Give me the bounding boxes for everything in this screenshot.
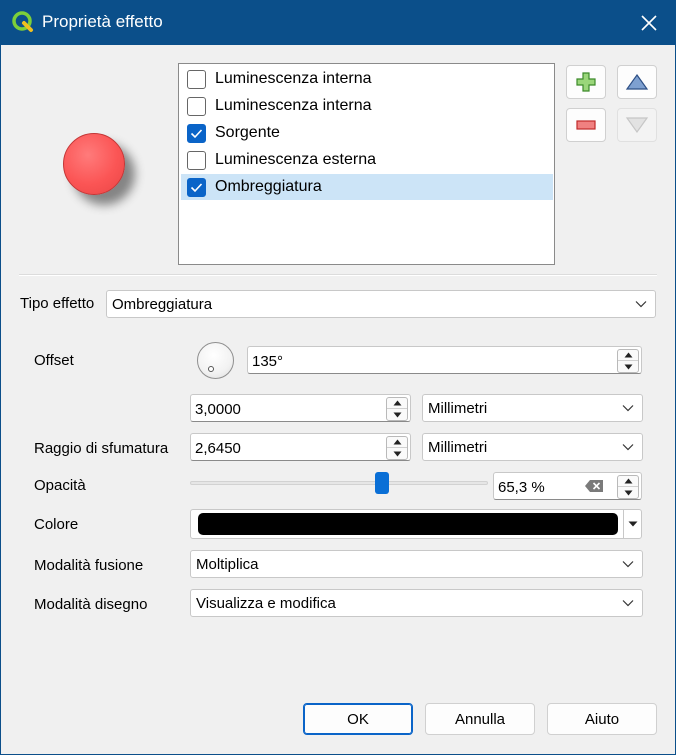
triangle-up-icon — [393, 439, 401, 445]
checkmark-icon — [190, 129, 203, 139]
window-title: Proprietà effetto — [42, 12, 163, 31]
blend-mode-value: Moltiplica — [196, 556, 259, 573]
cancel-button[interactable]: Annulla — [425, 703, 535, 735]
opacity-input[interactable]: 65,3 % — [493, 472, 642, 500]
step-down-button[interactable] — [387, 448, 407, 459]
list-item-label: Luminescenza esterna — [215, 151, 376, 168]
triangle-down-icon — [625, 117, 649, 134]
effects-list[interactable]: Luminescenza interna Luminescenza intern… — [178, 63, 555, 265]
offset-distance-value: 3,0000 — [195, 401, 241, 418]
triangle-up-icon — [624, 352, 632, 358]
close-button[interactable] — [622, 4, 676, 42]
remove-effect-button[interactable] — [566, 108, 606, 142]
offset-distance-stepper[interactable] — [386, 397, 408, 421]
triangle-up-icon — [393, 400, 401, 406]
list-item-label: Luminescenza interna — [215, 70, 372, 87]
move-up-button[interactable] — [617, 65, 657, 99]
triangle-down-icon — [393, 412, 401, 417]
blur-unit-select[interactable]: Millimetri — [422, 433, 643, 461]
opacity-slider-handle[interactable] — [375, 472, 389, 494]
triangle-down-icon — [628, 521, 638, 527]
triangle-up-icon — [624, 478, 632, 484]
step-up-button[interactable] — [387, 398, 407, 409]
effect-type-label: Tipo effetto — [20, 295, 95, 312]
chevron-down-icon — [622, 444, 634, 451]
draw-mode-label: Modalità disegno — [34, 596, 148, 613]
move-down-button[interactable] — [617, 108, 657, 142]
list-item-label: Luminescenza interna — [215, 97, 372, 114]
angle-input[interactable]: 135° — [247, 346, 642, 374]
effect-checkbox[interactable] — [187, 151, 206, 170]
offset-unit-value: Millimetri — [428, 400, 488, 417]
blur-radius-input[interactable]: 2,6450 — [190, 433, 411, 461]
triangle-down-icon — [624, 490, 632, 495]
angle-stepper[interactable] — [617, 349, 639, 373]
list-item[interactable]: Ombreggiatura — [181, 174, 553, 200]
effect-checkbox[interactable] — [187, 124, 206, 143]
remove-minus-icon — [576, 120, 596, 130]
triangle-down-icon — [393, 451, 401, 456]
blend-mode-select[interactable]: Moltiplica — [190, 550, 643, 578]
step-down-button[interactable] — [618, 487, 638, 498]
angle-value: 135° — [252, 353, 284, 370]
add-plus-icon — [576, 72, 596, 92]
opacity-label: Opacità — [34, 477, 86, 494]
list-item-label: Ombreggiatura — [215, 178, 322, 195]
offset-unit-select[interactable]: Millimetri — [422, 394, 643, 422]
offset-distance-input[interactable]: 3,0000 — [190, 394, 411, 422]
chevron-down-icon — [622, 600, 634, 607]
list-item[interactable]: Luminescenza esterna — [181, 147, 553, 173]
list-item[interactable]: Sorgente — [181, 120, 553, 146]
chevron-down-icon — [635, 301, 647, 308]
opacity-value: 65,3 % — [498, 479, 545, 496]
list-item[interactable]: Luminescenza interna — [181, 93, 553, 119]
title-bar: Proprietà effetto — [0, 0, 676, 45]
opacity-slider-track[interactable] — [190, 481, 488, 485]
opacity-stepper[interactable] — [617, 475, 639, 499]
triangle-up-icon — [625, 73, 649, 90]
triangle-down-icon — [624, 364, 632, 369]
qgis-logo-icon — [12, 11, 33, 32]
step-up-button[interactable] — [387, 437, 407, 448]
blur-unit-value: Millimetri — [428, 439, 488, 456]
effect-type-value: Ombreggiatura — [112, 296, 213, 313]
color-dropdown-button[interactable] — [623, 510, 642, 538]
checkmark-icon — [190, 183, 203, 193]
effect-checkbox[interactable] — [187, 97, 206, 116]
angle-dial[interactable] — [197, 342, 234, 379]
draw-mode-value: Visualizza e modifica — [196, 595, 336, 612]
effect-checkbox[interactable] — [187, 178, 206, 197]
color-label: Colore — [34, 516, 79, 533]
step-down-button[interactable] — [618, 361, 638, 372]
ok-button[interactable]: OK — [303, 703, 413, 735]
help-button[interactable]: Aiuto — [547, 703, 657, 735]
effect-checkbox[interactable] — [187, 70, 206, 89]
chevron-down-icon — [622, 561, 634, 568]
separator — [19, 274, 657, 276]
list-item[interactable]: Luminescenza interna — [181, 66, 553, 92]
blur-radius-stepper[interactable] — [386, 436, 408, 460]
color-button[interactable] — [190, 509, 642, 539]
color-swatch — [198, 513, 618, 535]
offset-label: Offset — [34, 352, 74, 369]
step-down-button[interactable] — [387, 409, 407, 420]
add-effect-button[interactable] — [566, 65, 606, 99]
effect-type-select[interactable]: Ombreggiatura — [106, 290, 656, 318]
draw-mode-select[interactable]: Visualizza e modifica — [190, 589, 643, 617]
step-up-button[interactable] — [618, 350, 638, 361]
dial-knob — [208, 366, 214, 372]
step-up-button[interactable] — [618, 476, 638, 487]
close-icon — [641, 15, 657, 31]
blend-mode-label: Modalità fusione — [34, 557, 144, 574]
blur-radius-label: Raggio di sfumatura — [34, 440, 169, 457]
clear-icon[interactable] — [584, 479, 604, 493]
effect-preview — [63, 133, 125, 195]
list-item-label: Sorgente — [215, 124, 280, 141]
blur-radius-value: 2,6450 — [195, 440, 241, 457]
chevron-down-icon — [622, 405, 634, 412]
